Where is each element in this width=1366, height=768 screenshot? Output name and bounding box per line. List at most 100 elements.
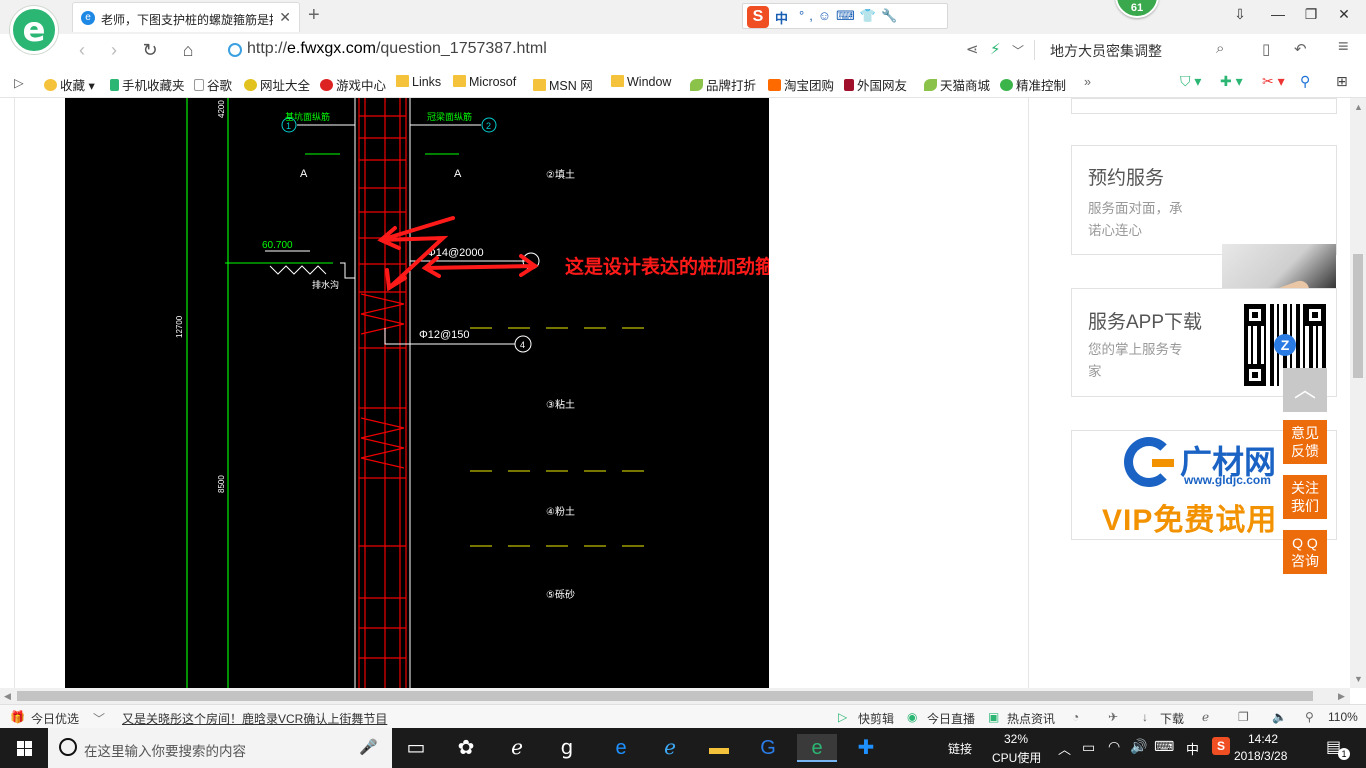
bookmark-item[interactable]: 淘宝团购 [768, 75, 834, 94]
ad-vip: VIP免费试用 [1102, 504, 1278, 537]
sogou-lang-toggle[interactable]: 中 [775, 8, 788, 27]
close-window-button[interactable]: ✕ [1332, 6, 1356, 26]
search-box[interactable]: 地方大员密集调整 [1050, 41, 1162, 61]
glodon-icon[interactable]: G [748, 734, 788, 762]
bookmark-item[interactable]: 品牌打折 [690, 75, 756, 94]
apps-grid-icon[interactable]: ⊞ [1336, 73, 1348, 90]
bookmark-item[interactable]: Window [611, 75, 671, 89]
bookmark-item[interactable]: 游戏中心 [320, 75, 386, 94]
back-to-top-button[interactable]: ︿ [1283, 368, 1327, 412]
swirl-icon[interactable]: ց [547, 734, 587, 762]
tray-expand-icon[interactable]: ︿ [1058, 739, 1071, 758]
phone-icon [110, 79, 119, 91]
qq-consult-button[interactable]: Q Q 咨询 [1283, 530, 1327, 574]
app-plus-icon[interactable]: ✚ [846, 734, 886, 762]
taskbar-search[interactable]: 在这里输入你要搜索的内容 🎤 [48, 728, 392, 768]
service-card[interactable]: 预约服务 服务面对面，承 诺心连心 [1071, 145, 1337, 255]
bookmark-item[interactable]: 天猫商城 [924, 75, 990, 94]
forward-icon[interactable]: › [102, 40, 126, 62]
wifi-icon[interactable]: ◠ [1108, 738, 1120, 755]
keyboard-icon[interactable]: ⌨ [1154, 738, 1174, 755]
bookmark-item[interactable]: 手机收藏夹 [110, 75, 185, 94]
clock-time[interactable]: 14:42 [1248, 732, 1278, 746]
undo-icon[interactable]: ↶ [1294, 40, 1307, 58]
vertical-scrollbar[interactable]: ▲ ▼ [1350, 98, 1366, 688]
start-button[interactable] [0, 728, 48, 768]
today-picks[interactable]: 今日优选 [31, 710, 79, 727]
more-bookmarks-icon[interactable]: » [1084, 75, 1091, 89]
zoom-level[interactable]: 110% [1328, 710, 1358, 724]
internet-explorer-icon[interactable]: ℯ [650, 734, 690, 762]
hot-news-link[interactable]: 热点资讯 [1007, 710, 1055, 727]
scroll-thumb[interactable] [1353, 254, 1363, 378]
battery-icon[interactable]: ▭ [1082, 739, 1095, 756]
tools-icon[interactable]: ✈ [1108, 710, 1118, 724]
refresh-icon[interactable]: ↻ [138, 40, 162, 62]
card-desc: 您的掌上服务专家 [1088, 342, 1183, 379]
task-view-icon[interactable]: ▭ [396, 734, 436, 762]
microphone-icon[interactable]: 🎤 [359, 738, 378, 756]
bookmark-item[interactable]: 精准控制 [1000, 75, 1066, 94]
edge-icon[interactable]: e [601, 734, 641, 762]
menu-icon[interactable]: ≡ [1338, 36, 1349, 57]
dropdown-chevron-icon[interactable]: ﹀ [1012, 42, 1024, 59]
search-icon[interactable]: ⌕ [1216, 40, 1224, 57]
sogou-tray-icon[interactable]: S [1212, 737, 1230, 755]
clock-date[interactable]: 2018/3/28 [1234, 749, 1287, 763]
volume-icon[interactable]: 🔊 [1130, 738, 1147, 755]
home-icon[interactable]: ⌂ [176, 40, 200, 62]
browser-tab[interactable]: e 老师，下图支护桩的螺旋箍筋是按 ✕ [72, 2, 300, 32]
link-label[interactable]: 链接 [948, 740, 972, 757]
news-ticker-link[interactable]: 又是关晓彤这个房间！鹿晗录VCR确认上街舞节目 [122, 710, 387, 727]
chevron-down-icon[interactable]: ﹀ [93, 710, 105, 727]
minimize-button[interactable]: — [1266, 6, 1290, 26]
browser-360-icon[interactable]: e [797, 734, 837, 762]
phone-icon[interactable]: ▯ [1262, 40, 1270, 58]
download-link[interactable]: 下载 [1160, 710, 1184, 727]
ime-indicator[interactable]: 中 [1186, 739, 1199, 758]
follow-us-button[interactable]: 关注 我们 [1283, 475, 1327, 519]
speed-icon[interactable]: ◔ [1072, 710, 1079, 724]
kuaijian-link[interactable]: 快剪辑 [858, 710, 894, 727]
maximize-button[interactable]: ❐ [1299, 6, 1323, 26]
bookmark-item[interactable]: Links [396, 75, 441, 89]
magnifier-icon[interactable]: ⚲ [1300, 73, 1310, 90]
url-prefix: http:// [247, 40, 288, 57]
shield-icon[interactable]: ⛉ ▾ [1180, 73, 1201, 90]
pin-icon[interactable]: ⇩ [1228, 6, 1252, 26]
browser-logo-icon[interactable]: e [10, 6, 58, 54]
sidebar-toggle-icon[interactable]: ▷ [14, 75, 24, 90]
window-icon[interactable]: ❐ [1238, 710, 1249, 724]
new-tab-button[interactable]: + [308, 4, 320, 27]
zoom-icon[interactable]: ⚲ [1305, 710, 1314, 724]
translate-icon[interactable]: ✚ ▾ [1220, 73, 1243, 90]
url-field[interactable]: http://e.fwxgx.com/question_1757387.html [247, 40, 547, 58]
scissors-icon[interactable]: ✂ ▾ [1262, 73, 1285, 90]
back-icon[interactable]: ‹ [70, 40, 94, 62]
sogou-logo-icon[interactable]: S [747, 6, 769, 28]
scroll-thumb[interactable] [17, 691, 1313, 701]
notification-badge[interactable]: 61 [1115, 0, 1159, 18]
bookmark-item[interactable]: Microsof [453, 75, 516, 89]
news-icon: ▣ [988, 710, 1000, 724]
bookmark-item[interactable]: 外国网友 [844, 75, 907, 94]
live-link[interactable]: 今日直播 [927, 710, 975, 727]
horizontal-scrollbar[interactable]: ◀ ▶ [0, 688, 1350, 704]
sogou-tool-icons[interactable]: °,☺⌨👕🔧 [799, 8, 902, 24]
card-desc: 服务面对面，承 诺心连心 [1088, 201, 1183, 238]
file-explorer-icon[interactable]: ▬ [699, 734, 739, 762]
bookmark-item[interactable]: MSN 网 [533, 75, 593, 94]
ie-icon[interactable]: ℯ [497, 734, 537, 762]
speed-mode-icon[interactable]: ⚡ [990, 40, 1001, 58]
sogou-ime-toolbar[interactable]: S 中 °,☺⌨👕🔧 [742, 3, 948, 29]
bookmark-item[interactable]: 谷歌 [194, 75, 232, 94]
cad-soil-label: ②填土 [546, 168, 575, 181]
feedback-button[interactable]: 意见 反馈 [1283, 420, 1327, 464]
bookmark-item[interactable]: 网址大全 [244, 75, 310, 94]
tab-close-icon[interactable]: ✕ [279, 9, 291, 26]
bookmark-item[interactable]: 收藏 ▾ [44, 75, 95, 94]
ie-mode-icon[interactable]: ℯ [1202, 710, 1209, 724]
share-icon[interactable]: ⋖ [966, 40, 979, 58]
mute-icon[interactable]: 🔈 [1272, 710, 1287, 724]
pinwheel-icon[interactable]: ✿ [446, 734, 486, 762]
